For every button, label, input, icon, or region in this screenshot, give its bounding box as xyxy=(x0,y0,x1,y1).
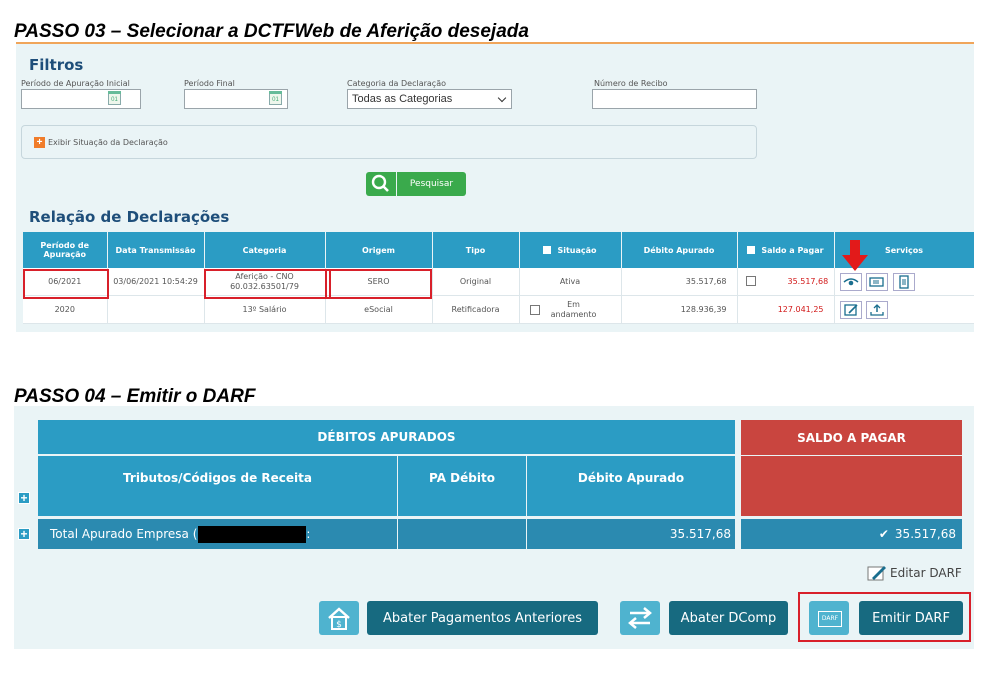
total-saldo-value: 35.517,68 xyxy=(894,527,956,541)
column-header: Origem xyxy=(325,232,433,268)
cell-data xyxy=(107,295,205,324)
show-status-label: Exibir Situação da Declaração xyxy=(48,138,168,147)
filters-title: Filtros xyxy=(29,56,84,74)
column-header-saldo: Saldo a Pagar xyxy=(737,232,835,268)
column-header: Débito Apurado xyxy=(621,232,738,268)
plus-icon: + xyxy=(34,137,45,148)
cell-situacao: Em andamento xyxy=(519,295,622,324)
total-row-label: Total Apurado Empresa ( : xyxy=(38,519,398,549)
table-row[interactable]: 06/2021 03/06/2021 10:54:29 Aferição - C… xyxy=(23,268,974,296)
column-header-situacao: Situação xyxy=(519,232,622,268)
cell-origem: eSocial xyxy=(325,295,433,324)
declarations-title: Relação de Declarações xyxy=(29,208,230,226)
cell-tipo: Original xyxy=(432,268,520,296)
column-header: Categoria xyxy=(204,232,326,268)
row-checkbox[interactable] xyxy=(529,304,540,315)
step3-heading: PASSO 03 – Selecionar a DCTFWeb de Aferi… xyxy=(14,21,529,42)
cell-categoria: 13º Salário xyxy=(204,295,326,324)
table-row[interactable]: 2020 13º Salário eSocial Retificadora Em… xyxy=(23,295,974,324)
col-tributos: Tributos/Códigos de Receita xyxy=(38,456,398,516)
row-checkbox[interactable] xyxy=(745,276,756,287)
cell-debito: 128.936,39 xyxy=(621,295,738,324)
abater-pagamentos-button[interactable]: Abater Pagamentos Anteriores xyxy=(367,601,598,635)
status-options-panel: + Exibir Situação da Declaração xyxy=(21,125,757,159)
step4-heading: PASSO 04 – Emitir o DARF xyxy=(14,386,256,407)
show-status-toggle[interactable]: + Exibir Situação da Declaração xyxy=(34,137,168,148)
receipt-input[interactable] xyxy=(592,89,757,109)
highlight-origem xyxy=(325,269,432,299)
cell-situacao: Ativa xyxy=(519,268,622,296)
highlight-emitir-darf xyxy=(798,592,971,642)
column-header: Data Transmissão xyxy=(107,232,205,268)
cell-debito: 35.517,68 xyxy=(621,268,738,296)
search-button-label: Pesquisar xyxy=(409,179,454,189)
cell-servicos xyxy=(834,295,974,324)
category-select[interactable]: Todas as Categorias xyxy=(347,89,512,109)
select-all-checkbox[interactable] xyxy=(747,246,756,254)
total-row-saldo: ✔ 35.517,68 xyxy=(741,519,962,549)
calendar-icon[interactable]: 01 xyxy=(108,91,121,105)
svg-text:$: $ xyxy=(336,620,342,630)
column-header: Tipo xyxy=(432,232,520,268)
expand-plus-icon[interactable]: + xyxy=(18,528,30,540)
expand-plus-icon[interactable]: + xyxy=(18,492,30,504)
period-start-input[interactable]: 01 xyxy=(21,89,141,109)
saldo-a-pagar-header: SALDO A PAGAR xyxy=(741,420,962,455)
total-label: Total Apurado Empresa ( xyxy=(50,527,198,541)
redacted-block xyxy=(198,525,307,543)
category-label: Categoria da Declaração xyxy=(347,79,446,88)
abater-dcomp-button[interactable]: Abater DComp xyxy=(669,601,788,635)
column-header: Período de Apuração xyxy=(23,232,108,268)
upload-icon[interactable] xyxy=(866,300,889,319)
arrow-down-icon xyxy=(841,240,869,277)
search-icon xyxy=(366,172,397,196)
period-start-label: Período de Apuração Inicial xyxy=(21,79,130,88)
total-row-pa xyxy=(398,519,527,549)
cell-saldo: 35.517,68 xyxy=(737,268,835,296)
receipt-label: Número de Recibo xyxy=(594,79,668,88)
category-select-value: Todas as Categorias xyxy=(352,93,453,105)
dctfweb-search-screen: Filtros Período de Apuração Inicial 01 P… xyxy=(16,44,974,332)
darf-emission-screen: DÉBITOS APURADOS SALDO A PAGAR Tributos/… xyxy=(14,406,974,649)
col-debito-apurado: Débito Apurado xyxy=(527,456,735,516)
debitos-apurados-header: DÉBITOS APURADOS xyxy=(38,420,735,455)
cell-tipo: Retificadora xyxy=(432,295,520,324)
cell-data: 03/06/2021 10:54:29 xyxy=(107,268,205,296)
edit-darf-link[interactable]: Editar DARF xyxy=(866,564,962,582)
declarations-table: Período de Apuração Data Transmissão Cat… xyxy=(23,232,974,324)
total-row-debito: 35.517,68 xyxy=(527,519,735,549)
cell-saldo: 127.041,25 xyxy=(737,295,835,324)
table-header-row: Período de Apuração Data Transmissão Cat… xyxy=(23,232,974,268)
highlight-categoria xyxy=(204,269,331,299)
check-icon: ✔ xyxy=(878,527,889,541)
calendar-icon[interactable]: 01 xyxy=(269,91,282,105)
receipt-icon[interactable] xyxy=(866,272,889,291)
period-end-label: Período Final xyxy=(184,79,235,88)
select-all-checkbox[interactable] xyxy=(543,246,552,254)
swap-arrows-icon-button[interactable] xyxy=(620,601,660,635)
home-payment-icon-button[interactable]: $ xyxy=(319,601,359,635)
edit-pencil-icon xyxy=(867,566,886,581)
cell-periodo: 2020 xyxy=(23,295,108,324)
edit-icon[interactable] xyxy=(839,300,862,319)
document-icon[interactable] xyxy=(892,272,915,291)
search-button[interactable]: Pesquisar xyxy=(366,172,466,196)
period-end-input[interactable]: 01 xyxy=(184,89,288,109)
saldo-column-body xyxy=(741,456,962,516)
col-pa-debito: PA Débito xyxy=(398,456,527,516)
total-suffix: : xyxy=(306,527,311,541)
highlight-periodo xyxy=(23,269,109,299)
chevron-down-icon xyxy=(497,93,507,103)
